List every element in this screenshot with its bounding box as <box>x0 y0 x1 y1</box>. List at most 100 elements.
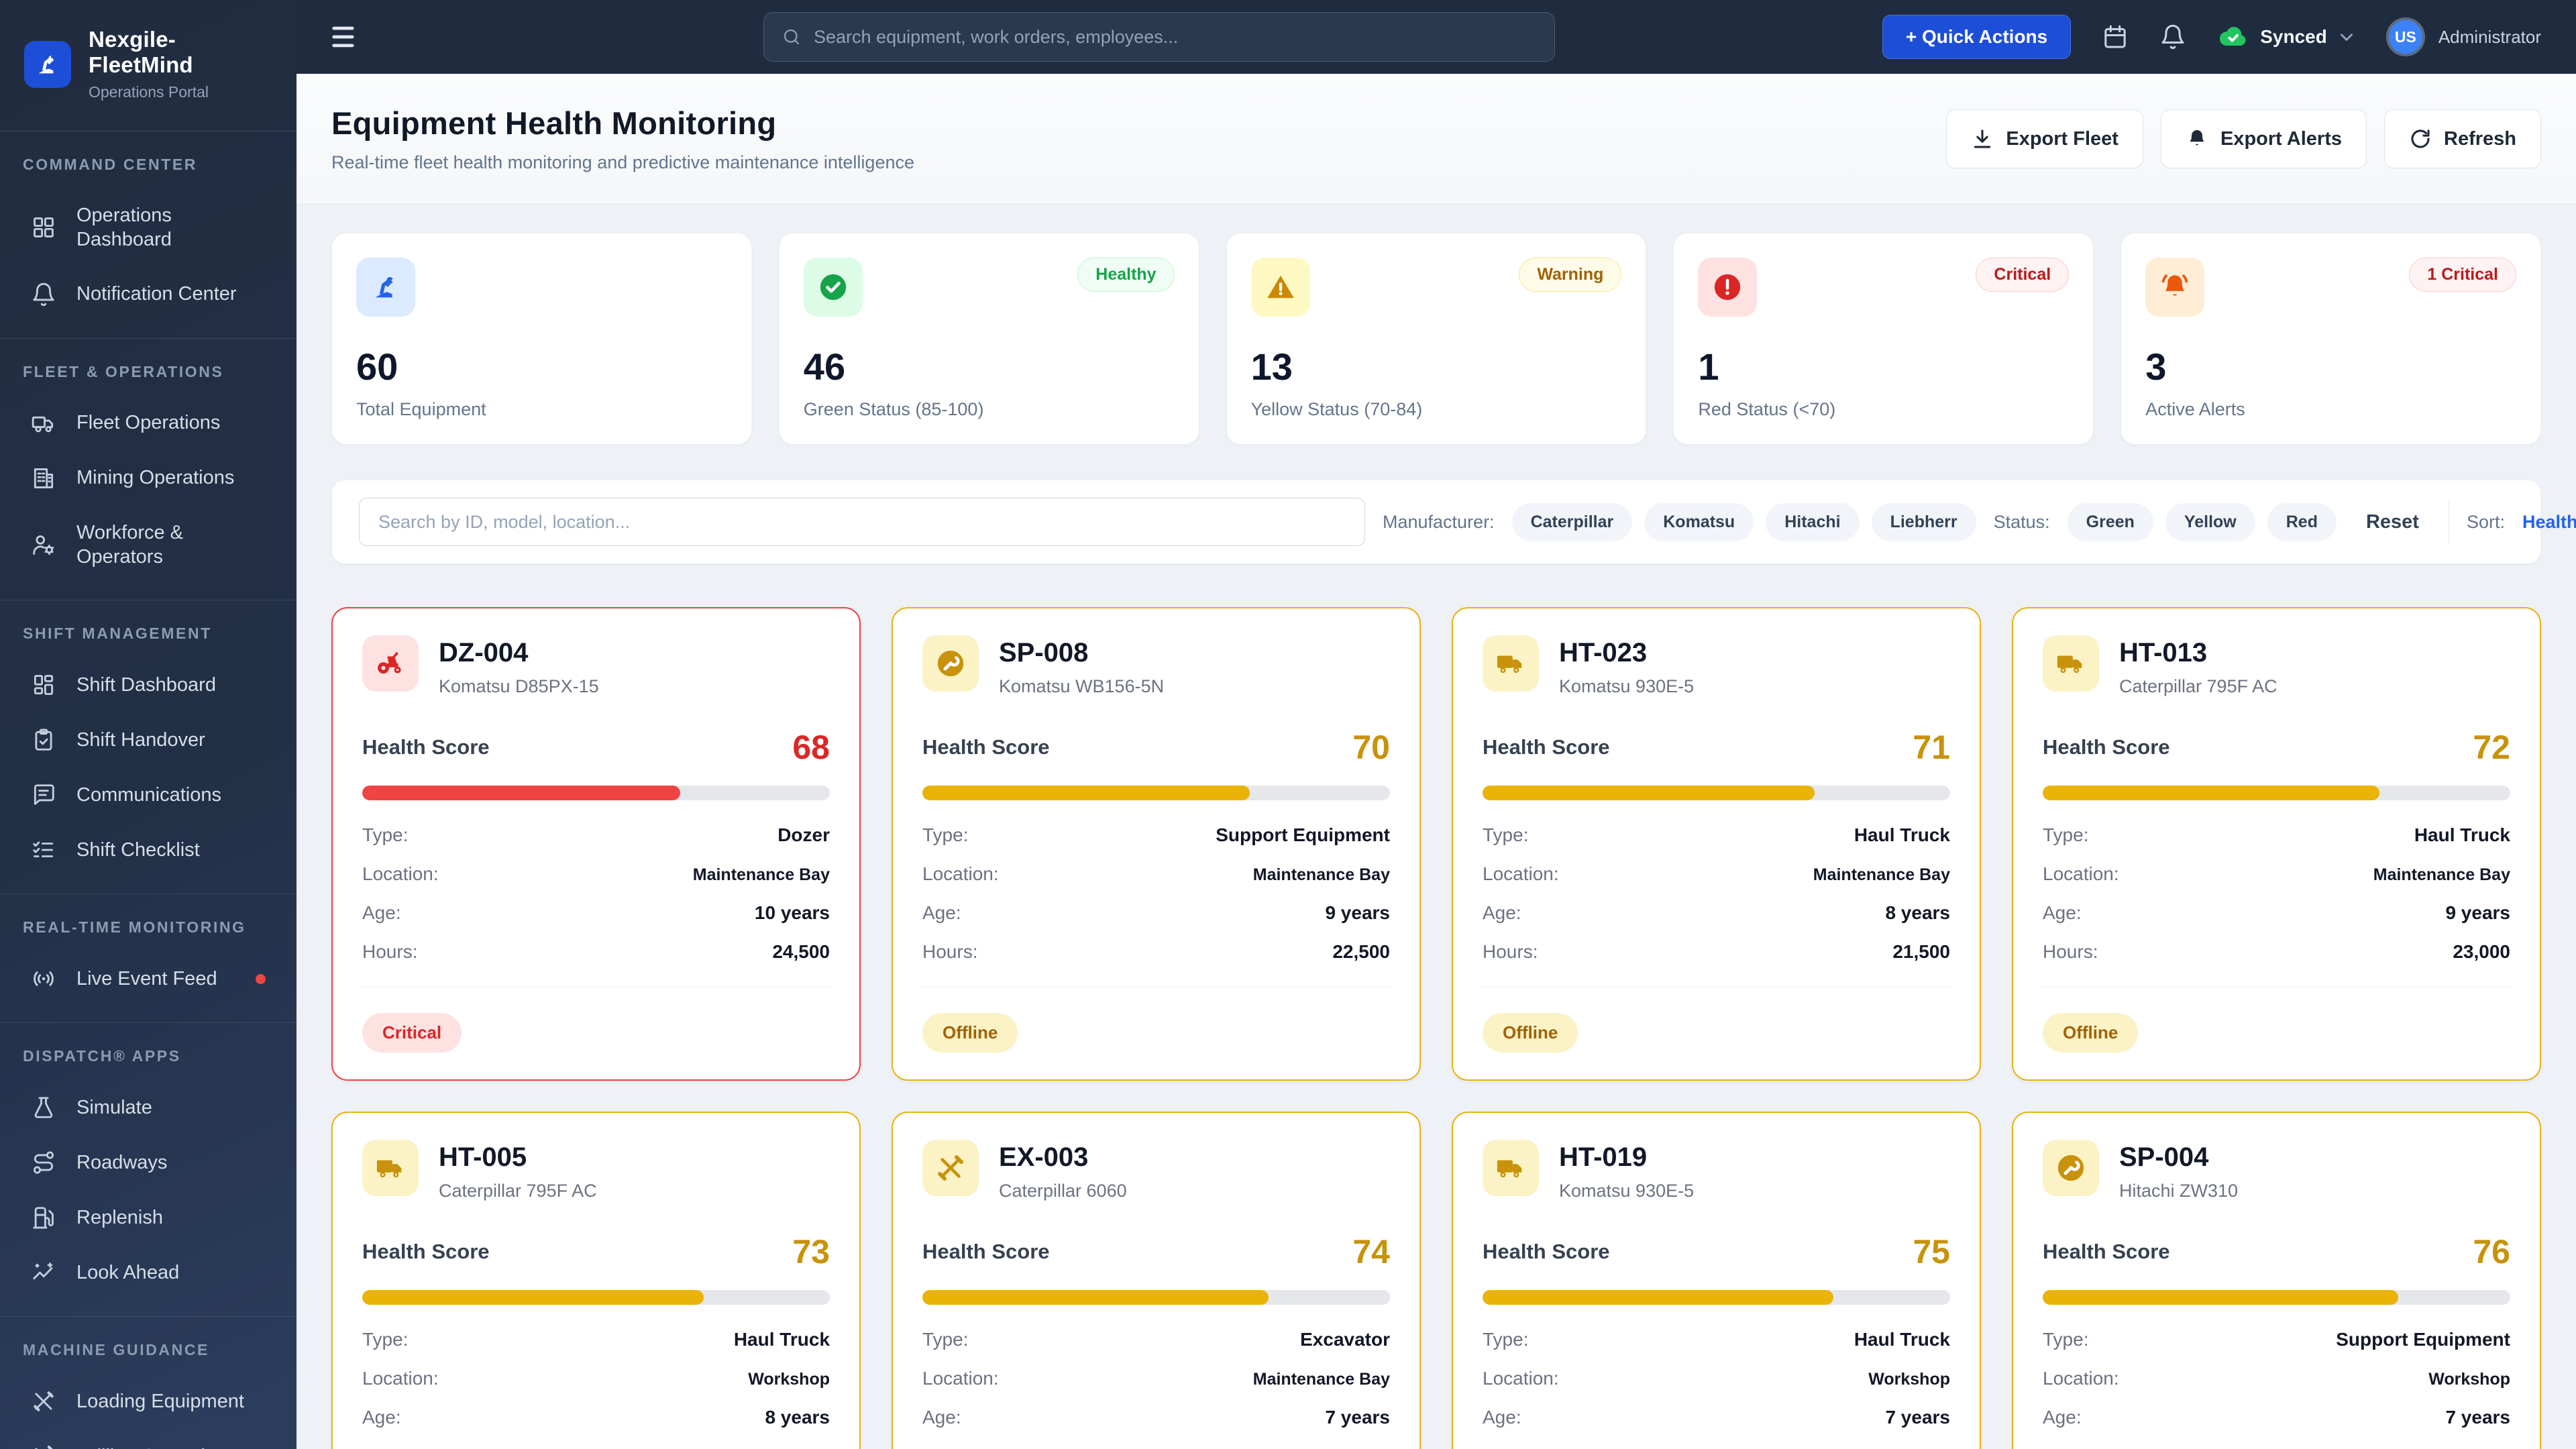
truck-solid-icon <box>1483 1140 1539 1196</box>
sidebar-item-live-event-feed[interactable]: Live Event Feed <box>23 951 274 1006</box>
health-score-value: 75 <box>1913 1233 1950 1271</box>
equipment-location: Maintenance Bay <box>1813 865 1950 884</box>
sidebar-section: FLEET & OPERATIONS Fleet Operations Mini… <box>0 337 297 600</box>
sidebar-item-communications[interactable]: Communications <box>23 767 274 822</box>
equipment-card-ht-019[interactable]: HT-019 Komatsu 930E-5 Health Score 75 Ty… <box>1452 1112 1981 1449</box>
sidebar-item-shift-checklist[interactable]: Shift Checklist <box>23 822 274 877</box>
equipment-id: HT-013 <box>2119 638 2208 667</box>
equipment-grid: DZ-004 Komatsu D85PX-15 Health Score 68 … <box>331 607 2541 1449</box>
bell-icon[interactable] <box>2159 23 2186 50</box>
sidebar-item-roadways[interactable]: Roadways <box>23 1135 274 1190</box>
equipment-status-badge: Critical <box>362 1013 462 1053</box>
equipment-age: 8 years <box>765 1407 830 1428</box>
sidebar-item-simulate[interactable]: Simulate <box>23 1080 274 1135</box>
equipment-hours: 18,500 <box>1332 1446 1390 1449</box>
sync-status[interactable]: Synced <box>2217 21 2355 53</box>
equipment-age: 7 years <box>1885 1407 1950 1428</box>
sidebar-item-notification-center[interactable]: Notification Center <box>23 267 274 322</box>
equipment-location: Maintenance Bay <box>1252 1370 1390 1389</box>
status-badge: 1 Critical <box>2409 258 2516 292</box>
health-score-bar <box>1483 786 1950 800</box>
health-score-bar <box>362 1290 830 1305</box>
reset-button[interactable]: Reset <box>2366 511 2419 533</box>
truck-icon <box>31 411 56 436</box>
global-search-input[interactable] <box>814 26 1537 48</box>
robot-arm-solid-icon <box>356 258 415 317</box>
equipment-id: SP-008 <box>999 638 1089 667</box>
calendar-icon[interactable] <box>2102 23 2129 50</box>
health-score-value: 68 <box>792 729 830 766</box>
stats-row: 60 Total Equipment Healthy 46 Green Stat… <box>331 233 2541 445</box>
health-score-value: 71 <box>1913 729 1950 766</box>
refresh-icon <box>2409 127 2432 150</box>
sidebar-item-mining-operations[interactable]: Mining Operations <box>23 451 274 506</box>
hammers-icon <box>31 1444 56 1449</box>
equipment-location: Maintenance Bay <box>692 865 830 884</box>
global-search <box>763 12 1555 62</box>
equipment-status-badge: Offline <box>1483 1013 1578 1053</box>
manufacturer-chip-hitachi[interactable]: Hitachi <box>1766 502 1860 541</box>
status-chip-red[interactable]: Red <box>2267 502 2337 541</box>
sort-option-health-score[interactable]: Health Score ↑ <box>2522 512 2576 533</box>
status-badge: Warning <box>1519 258 1622 292</box>
stat-label: Green Status (85-100) <box>803 399 984 419</box>
export-fleet-button[interactable]: Export Fleet <box>1946 109 2143 168</box>
manufacturer-chip-caterpillar[interactable]: Caterpillar <box>1511 502 1633 541</box>
health-score-value: 70 <box>1352 729 1390 766</box>
sidebar-item-drilling-operations[interactable]: Drilling Operations <box>23 1429 274 1449</box>
brand: Nexgile-FleetMind Operations Portal <box>0 0 297 131</box>
equipment-card-sp-008[interactable]: SP-008 Komatsu WB156-5N Health Score 70 … <box>892 607 1421 1081</box>
sidebar-nav: COMMAND CENTER Operations Dashboard Noti… <box>0 131 297 1449</box>
health-score-bar <box>362 786 830 800</box>
equipment-card-sp-004[interactable]: SP-004 Hitachi ZW310 Health Score 76 Typ… <box>2012 1112 2541 1449</box>
avatar: US <box>2385 17 2425 56</box>
sidebar-item-operations-dashboard[interactable]: Operations Dashboard <box>23 189 274 267</box>
sidebar-item-workforce-operators[interactable]: Workforce & Operators <box>23 506 274 584</box>
sidebar-item-shift-dashboard[interactable]: Shift Dashboard <box>23 657 274 712</box>
menu-icon[interactable] <box>331 25 361 48</box>
equipment-card-ht-013[interactable]: HT-013 Caterpillar 795F AC Health Score … <box>2012 607 2541 1081</box>
status-badge: Healthy <box>1077 258 1175 292</box>
tools-solid-icon <box>922 1140 979 1196</box>
status-chip-yellow[interactable]: Yellow <box>2165 502 2255 541</box>
manufacturer-chip-liebherr[interactable]: Liebherr <box>1871 502 1976 541</box>
equipment-model: Komatsu 930E-5 <box>1559 1181 1695 1201</box>
equipment-age: 9 years <box>2445 902 2510 923</box>
cloud-check-icon <box>2217 21 2249 53</box>
route-icon <box>31 1150 56 1175</box>
status-chip-green[interactable]: Green <box>2067 502 2153 541</box>
equipment-card-ht-023[interactable]: HT-023 Komatsu 930E-5 Health Score 71 Ty… <box>1452 607 1981 1081</box>
sidebar-item-replenish[interactable]: Replenish <box>23 1190 274 1245</box>
sidebar-item-look-ahead[interactable]: Look Ahead <box>23 1245 274 1300</box>
export-alerts-button[interactable]: Export Alerts <box>2160 109 2367 168</box>
sidebar-item-shift-handover[interactable]: Shift Handover <box>23 712 274 767</box>
stat-card: Warning 13 Yellow Status (70-84) <box>1226 233 1647 445</box>
health-score-value: 74 <box>1352 1233 1390 1271</box>
health-score-label: Health Score <box>1483 735 1610 759</box>
manufacturer-chip-komatsu[interactable]: Komatsu <box>1644 502 1754 541</box>
equipment-card-ex-003[interactable]: EX-003 Caterpillar 6060 Health Score 74 … <box>892 1112 1421 1449</box>
equipment-card-ht-005[interactable]: HT-005 Caterpillar 795F AC Health Score … <box>331 1112 861 1449</box>
stat-label: Total Equipment <box>356 399 486 419</box>
user-menu[interactable]: US Administrator <box>2385 17 2541 56</box>
equipment-age: 10 years <box>754 902 830 923</box>
refresh-button[interactable]: Refresh <box>2384 109 2541 168</box>
equipment-hours: 19,500 <box>2453 1446 2510 1449</box>
quick-actions-button[interactable]: + Quick Actions <box>1882 15 2072 59</box>
equipment-hours: 21,500 <box>1892 941 1950 962</box>
main-area: + Quick Actions Synced US Administrator … <box>297 0 2576 1449</box>
download-icon <box>1971 127 1994 150</box>
equipment-search-input[interactable] <box>359 498 1365 546</box>
equipment-hours: 23,000 <box>2453 941 2510 962</box>
sidebar-item-fleet-operations[interactable]: Fleet Operations <box>23 396 274 451</box>
stat-value: 3 <box>2145 345 2167 388</box>
sidebar: Nexgile-FleetMind Operations Portal COMM… <box>0 0 297 1449</box>
sidebar-section: SHIFT MANAGEMENT Shift Dashboard Shift H… <box>0 600 297 894</box>
equipment-card-dz-004[interactable]: DZ-004 Komatsu D85PX-15 Health Score 68 … <box>331 607 861 1081</box>
equipment-age: 7 years <box>2445 1407 2510 1428</box>
health-score-value: 73 <box>792 1233 830 1271</box>
equipment-model: Komatsu D85PX-15 <box>439 676 599 696</box>
sidebar-item-loading-equipment[interactable]: Loading Equipment <box>23 1374 274 1429</box>
stat-value: 1 <box>1698 345 1719 388</box>
clipboard-check-icon <box>31 727 56 753</box>
